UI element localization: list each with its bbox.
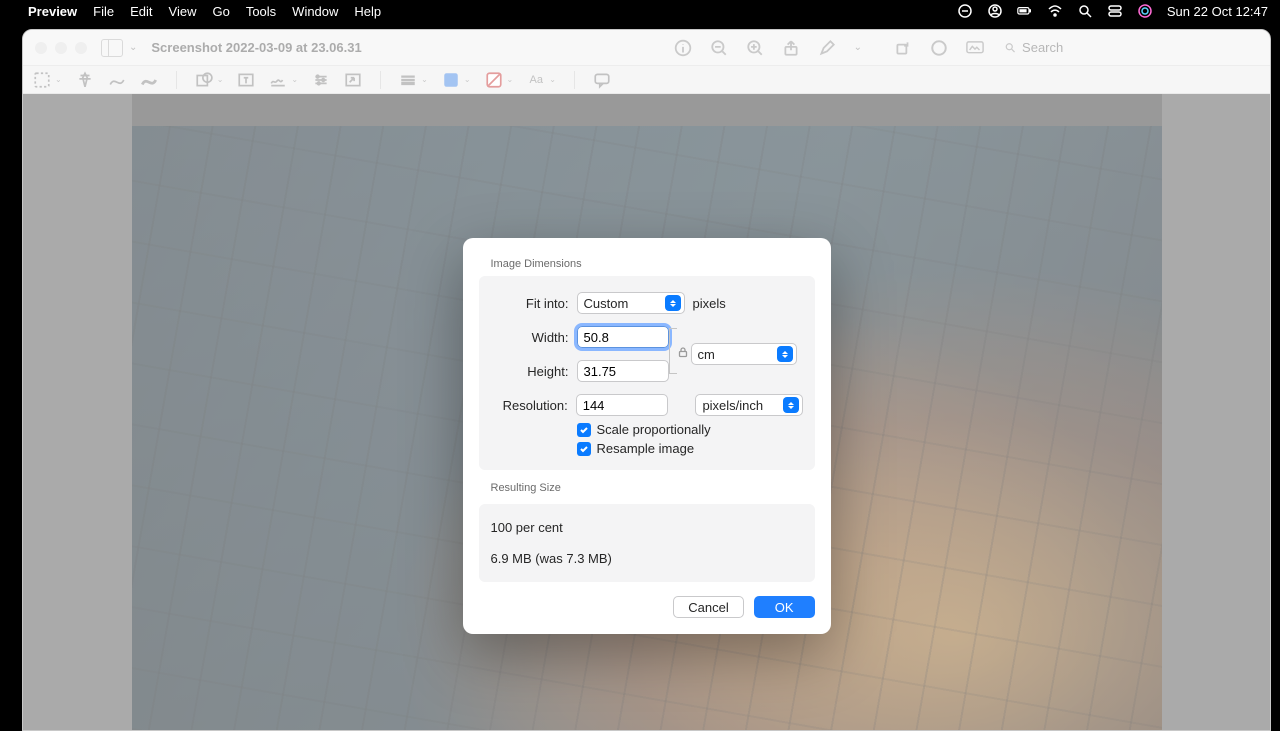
resolution-unit-value: pixels/inch xyxy=(702,398,763,413)
select-arrows-icon xyxy=(783,397,799,413)
menubar-clock[interactable]: Sun 22 Oct 12:47 xyxy=(1167,4,1268,19)
resolution-unit-select[interactable]: pixels/inch xyxy=(695,394,802,416)
spotlight-icon[interactable] xyxy=(1077,3,1093,19)
fit-into-label: Fit into: xyxy=(491,296,569,311)
cancel-button[interactable]: Cancel xyxy=(673,596,743,618)
fit-into-value: Custom xyxy=(584,296,629,311)
battery-icon[interactable] xyxy=(1017,3,1033,19)
menu-go[interactable]: Go xyxy=(212,4,229,19)
adjust-size-dialog: Image Dimensions Fit into: Custom pixels… xyxy=(463,238,831,634)
wh-unit-value: cm xyxy=(698,347,715,362)
menubar-right: Sun 22 Oct 12:47 xyxy=(957,3,1268,19)
resulting-size-panel: 100 per cent 6.9 MB (was 7.3 MB) xyxy=(479,504,815,582)
macos-menubar: Preview File Edit View Go Tools Window H… xyxy=(0,0,1280,22)
height-input[interactable] xyxy=(577,360,669,382)
menu-view[interactable]: View xyxy=(169,4,197,19)
height-label: Height: xyxy=(491,364,569,379)
wifi-icon[interactable] xyxy=(1047,3,1063,19)
select-arrows-icon xyxy=(665,295,681,311)
menu-edit[interactable]: Edit xyxy=(130,4,152,19)
wh-unit-select[interactable]: cm xyxy=(691,343,797,365)
resample-image-label: Resample image xyxy=(597,441,695,456)
resolution-label: Resolution: xyxy=(491,398,568,413)
fit-into-select[interactable]: Custom xyxy=(577,292,685,314)
preview-window: ⌄ Screenshot 2022-03-09 at 23.06.31 ⌄ ⌄ xyxy=(22,29,1271,731)
menu-help[interactable]: Help xyxy=(354,4,381,19)
result-filesize: 6.9 MB (was 7.3 MB) xyxy=(491,551,803,566)
status-icon-1[interactable] xyxy=(957,3,973,19)
resolution-input[interactable] xyxy=(576,394,668,416)
ok-button[interactable]: OK xyxy=(754,596,815,618)
resulting-size-heading: Resulting Size xyxy=(491,482,815,494)
menu-tools[interactable]: Tools xyxy=(246,4,276,19)
lock-aspect-icon[interactable] xyxy=(677,347,689,362)
control-center-icon[interactable] xyxy=(1107,3,1123,19)
user-icon[interactable] xyxy=(987,3,1003,19)
fit-into-unit: pixels xyxy=(693,296,726,311)
result-percent: 100 per cent xyxy=(491,520,803,535)
scale-proportionally-checkbox[interactable] xyxy=(577,423,591,437)
scale-proportionally-label: Scale proportionally xyxy=(597,422,711,437)
menu-file[interactable]: File xyxy=(93,4,114,19)
select-arrows-icon xyxy=(777,346,793,362)
menubar-left: Preview File Edit View Go Tools Window H… xyxy=(12,4,381,19)
width-label: Width: xyxy=(491,330,569,345)
width-input[interactable] xyxy=(577,326,669,348)
resample-image-checkbox[interactable] xyxy=(577,442,591,456)
menu-window[interactable]: Window xyxy=(292,4,338,19)
image-dimensions-heading: Image Dimensions xyxy=(491,258,815,270)
app-menu[interactable]: Preview xyxy=(28,4,77,19)
dimensions-panel: Fit into: Custom pixels Width: Height: xyxy=(479,276,815,470)
siri-icon[interactable] xyxy=(1137,3,1153,19)
